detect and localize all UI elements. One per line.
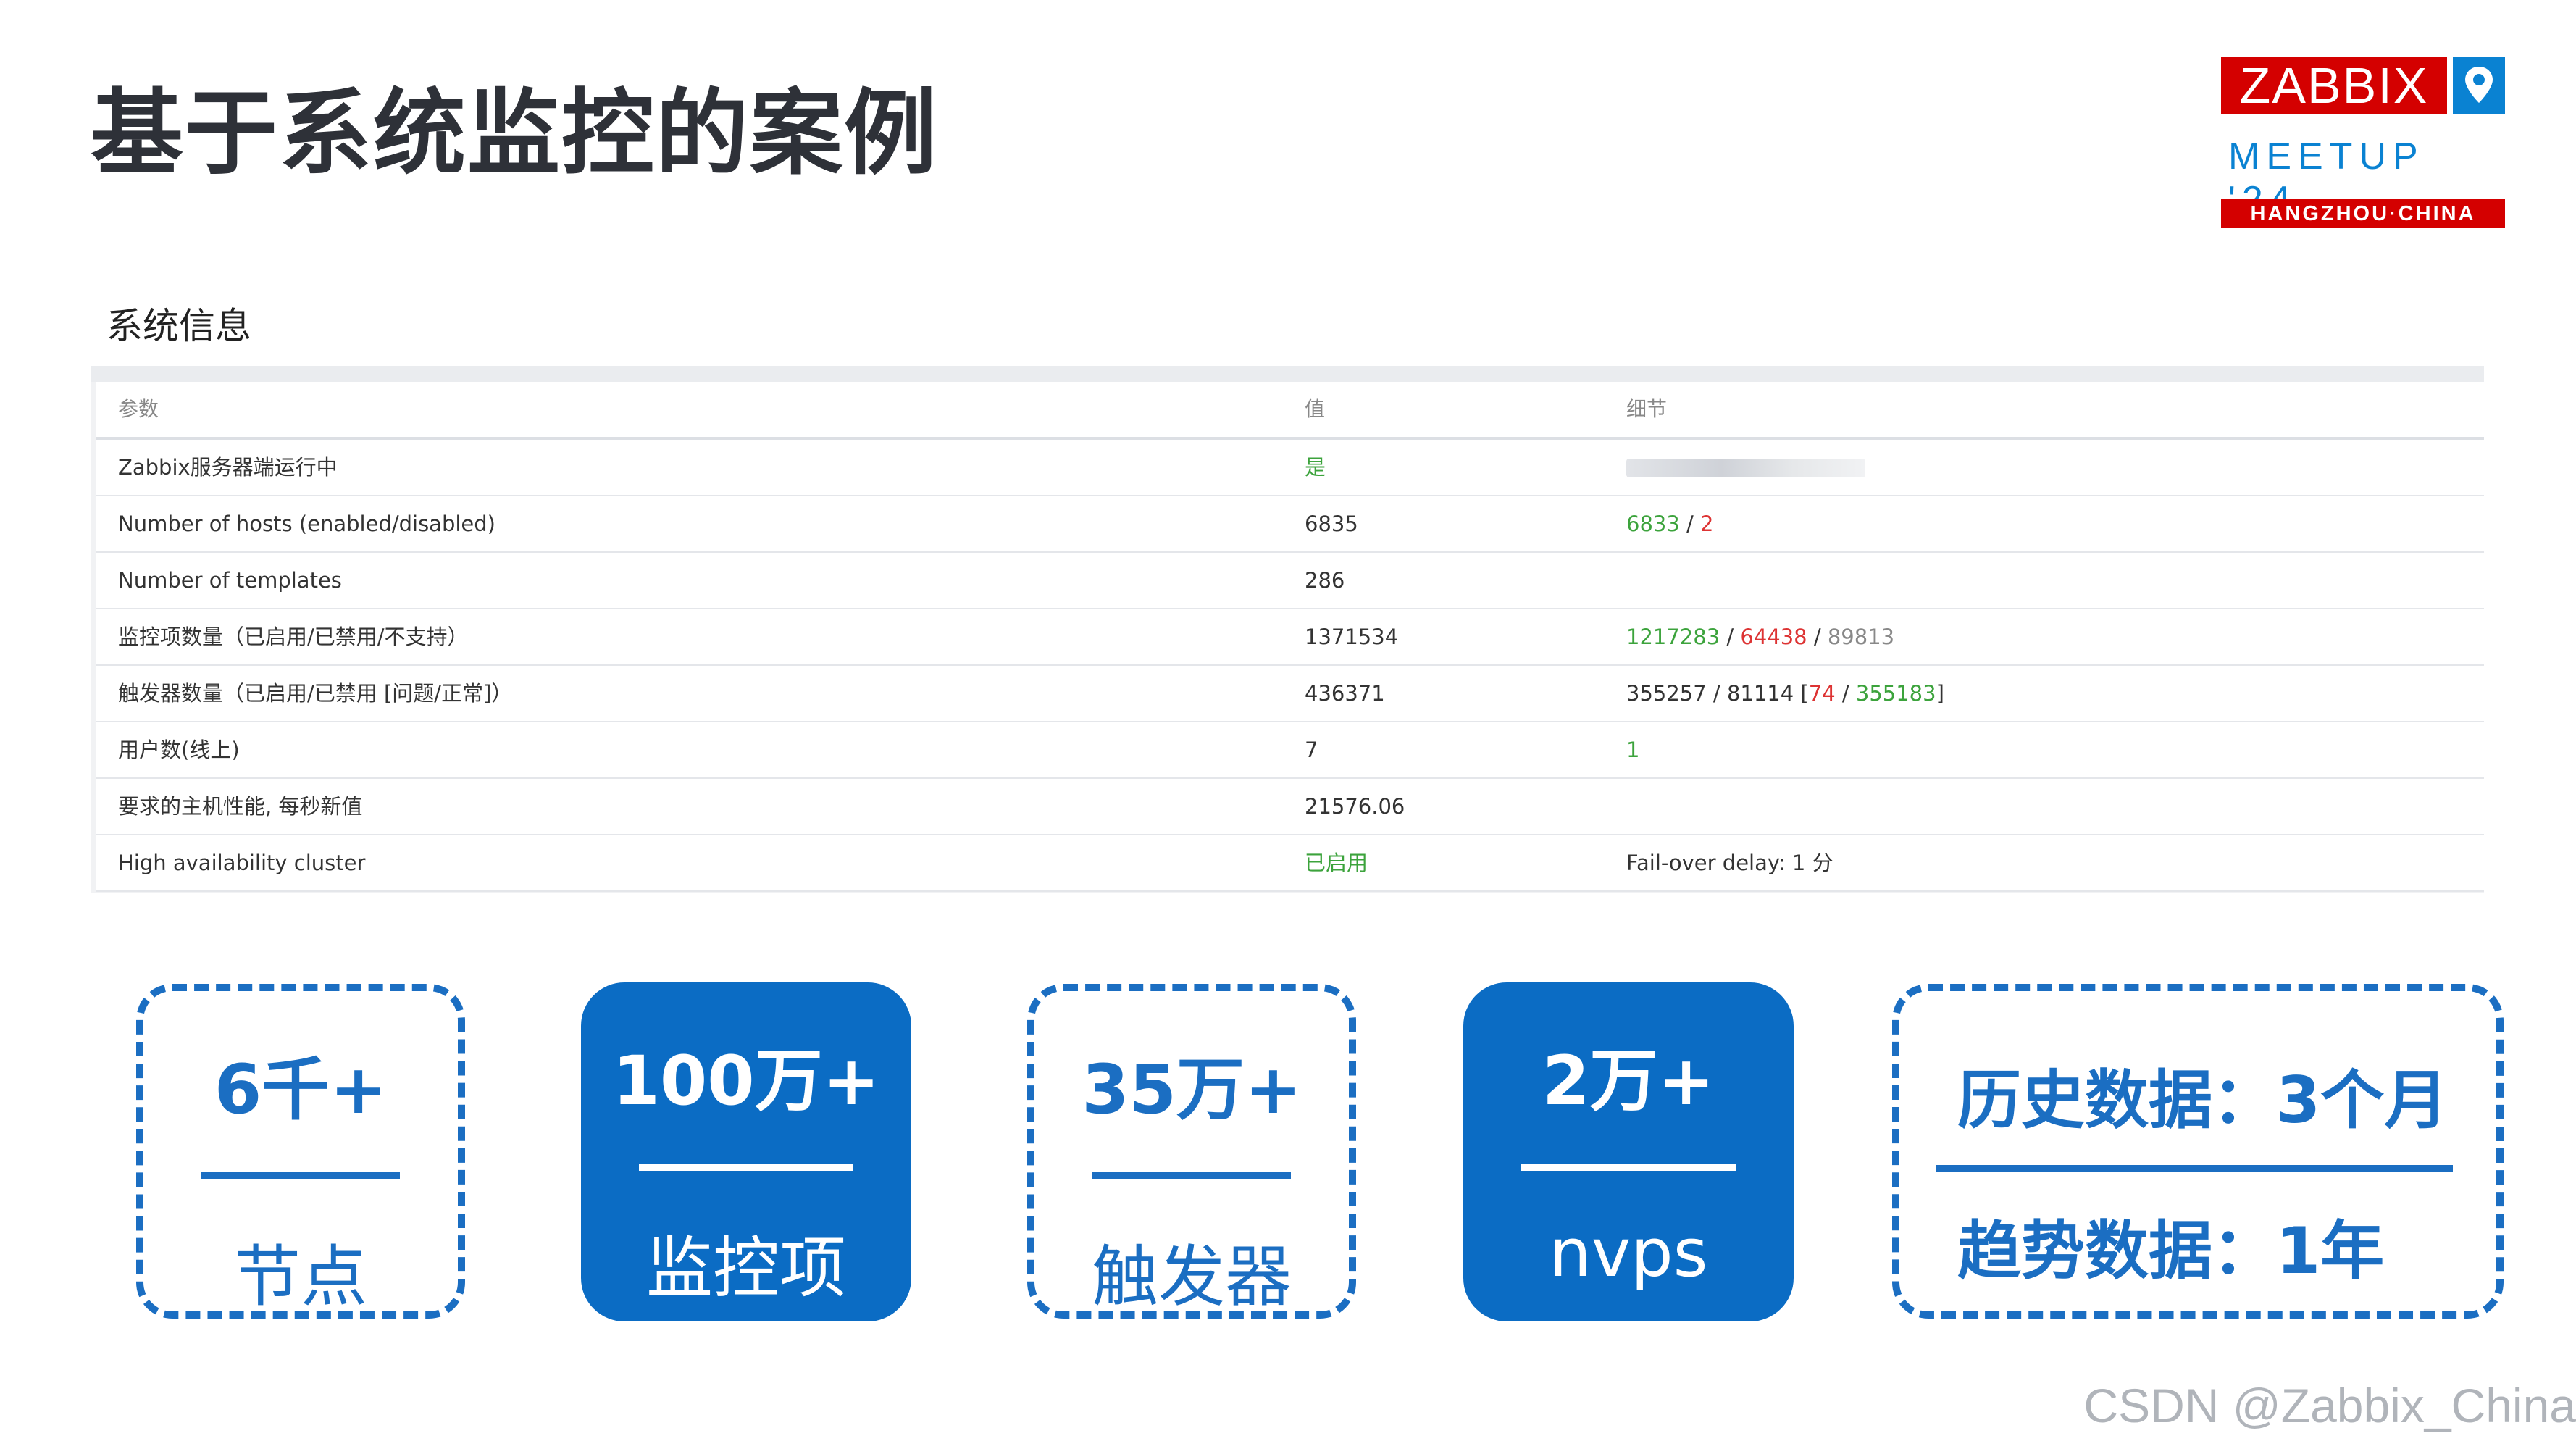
stat-value: 2万+ bbox=[1542, 1042, 1715, 1121]
header-param: 参数 bbox=[118, 397, 159, 421]
table-row: Number of hosts (enabled/disabled) 6835 … bbox=[96, 496, 2484, 553]
row-detail: Fail-over delay: 1 分 bbox=[1626, 851, 1833, 875]
row-param: 用户数(线上) bbox=[118, 738, 240, 762]
stat-value: 35万+ bbox=[1082, 1051, 1302, 1129]
stat-label: 触发器 bbox=[1091, 1238, 1292, 1316]
table-header: 参数 值 细节 bbox=[96, 382, 2484, 440]
row-detail: 355257 / 81114 [74 / 355183] bbox=[1626, 681, 1944, 706]
row-param: High availability cluster bbox=[118, 851, 366, 875]
table-row: 触发器数量（已启用/已禁用 [问题/正常]） 436371 355257 / 8… bbox=[96, 666, 2484, 722]
zabbix-meetup-logo: ZABBIX MEETUP '24 HANGZHOU·CHINA bbox=[2221, 57, 2505, 230]
row-param: Zabbix服务器端运行中 bbox=[118, 455, 338, 480]
row-detail: 6833 / 2 bbox=[1626, 511, 1714, 536]
system-info-table: 参数 值 细节 Zabbix服务器端运行中 是 Number of hosts … bbox=[91, 366, 2484, 893]
stat-card-triggers: 35万+ 触发器 bbox=[1027, 984, 1356, 1319]
divider bbox=[1521, 1164, 1736, 1171]
row-value: 286 bbox=[1305, 568, 1345, 593]
row-value: 已启用 bbox=[1305, 851, 1368, 875]
row-param: 监控项数量（已启用/已禁用/不支持） bbox=[118, 625, 469, 649]
divider bbox=[1092, 1172, 1291, 1179]
stat-label: nvps bbox=[1549, 1214, 1708, 1292]
table-row: Number of templates 286 bbox=[96, 553, 2484, 609]
table-row: 要求的主机性能, 每秒新值 21576.06 bbox=[96, 779, 2484, 835]
stat-value: 100万+ bbox=[612, 1042, 880, 1121]
history-card: 历史数据：3个月 趋势数据：1年 bbox=[1892, 984, 2504, 1319]
csdn-watermark: CSDN @Zabbix_China bbox=[2083, 1379, 2576, 1432]
table-row: High availability cluster 已启用 Fail-over … bbox=[96, 835, 2484, 892]
location-pin-icon bbox=[2453, 57, 2505, 114]
table-row: Zabbix服务器端运行中 是 bbox=[96, 440, 2484, 496]
trend-data: 趋势数据：1年 bbox=[1957, 1214, 2385, 1288]
divider bbox=[1936, 1165, 2453, 1172]
table-row: 用户数(线上) 7 1 bbox=[96, 722, 2484, 779]
row-value: 1371534 bbox=[1305, 625, 1399, 649]
table-row: 监控项数量（已启用/已禁用/不支持） 1371534 1217283 / 644… bbox=[96, 609, 2484, 666]
stat-card-nodes: 6千+ 节点 bbox=[136, 984, 465, 1319]
divider bbox=[639, 1164, 853, 1171]
row-value: 436371 bbox=[1305, 681, 1385, 706]
header-detail: 细节 bbox=[1626, 397, 1668, 421]
divider bbox=[201, 1172, 400, 1179]
row-value: 21576.06 bbox=[1305, 794, 1405, 819]
stat-value: 6千+ bbox=[214, 1051, 388, 1129]
page-title: 基于系统监控的案例 bbox=[91, 80, 939, 188]
row-param: 触发器数量（已启用/已禁用 [问题/正常]） bbox=[118, 681, 513, 706]
row-value: 7 bbox=[1305, 738, 1318, 762]
stat-card-items: 100万+ 监控项 bbox=[581, 982, 911, 1321]
row-detail: 1 bbox=[1626, 738, 1640, 762]
stat-label: 监控项 bbox=[645, 1229, 846, 1307]
row-param: Number of hosts (enabled/disabled) bbox=[118, 511, 495, 536]
stat-card-nvps: 2万+ nvps bbox=[1463, 982, 1794, 1321]
blurred-detail bbox=[1626, 459, 1865, 477]
row-value: 是 bbox=[1305, 455, 1326, 480]
header-value: 值 bbox=[1305, 397, 1326, 421]
row-param: Number of templates bbox=[118, 568, 342, 593]
system-info-title: 系统信息 bbox=[106, 305, 251, 347]
logo-city: HANGZHOU·CHINA bbox=[2221, 199, 2505, 228]
row-value: 6835 bbox=[1305, 511, 1358, 536]
history-data: 历史数据：3个月 bbox=[1957, 1063, 2449, 1137]
stat-label: 节点 bbox=[233, 1238, 367, 1316]
logo-brand: ZABBIX bbox=[2221, 57, 2447, 114]
row-detail: 1217283 / 64438 / 89813 bbox=[1626, 625, 1895, 649]
row-param: 要求的主机性能, 每秒新值 bbox=[118, 794, 363, 819]
